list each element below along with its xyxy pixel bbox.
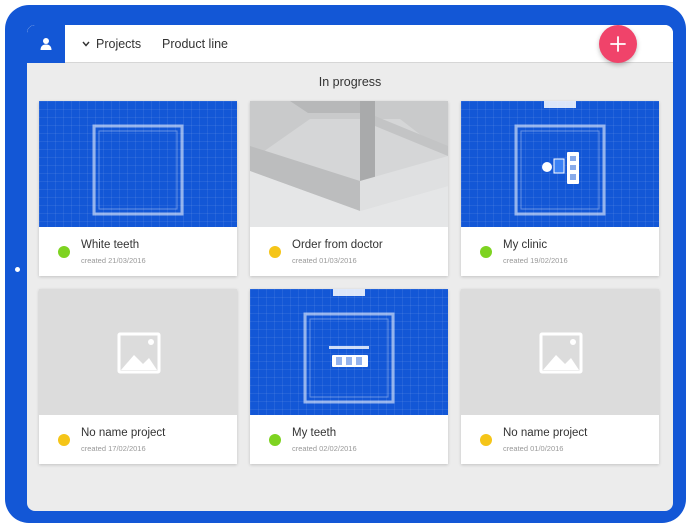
project-title: No name project — [503, 427, 588, 439]
project-card[interactable]: Order from doctor created 01/03/2016 — [250, 101, 448, 276]
project-title: Order from doctor — [292, 239, 383, 251]
project-thumbnail — [250, 289, 448, 415]
status-indicator — [58, 434, 70, 446]
product-line-link[interactable]: Product line — [162, 25, 228, 63]
project-date: created 01/0/2016 — [503, 444, 564, 453]
status-indicator — [480, 434, 492, 446]
image-placeholder-icon — [117, 332, 161, 374]
status-indicator — [269, 434, 281, 446]
product-line-label: Product line — [162, 37, 229, 51]
home-indicator — [15, 267, 20, 272]
image-placeholder-icon — [539, 332, 583, 374]
project-thumbnail — [461, 101, 659, 227]
project-thumbnail — [250, 101, 448, 227]
project-title: My clinic — [503, 239, 548, 251]
project-title: My teeth — [292, 427, 337, 439]
chevron-down-icon — [82, 41, 90, 47]
project-title: No name project — [81, 427, 166, 439]
projects-dropdown[interactable]: Projects — [82, 25, 141, 63]
plus-icon — [610, 36, 626, 52]
project-card[interactable]: My clinic created 19/02/2016 — [461, 101, 659, 276]
project-date: created 01/03/2016 — [292, 256, 357, 265]
section-title: In progress — [318, 75, 382, 89]
project-card[interactable]: No name project created 01/0/2016 — [461, 289, 659, 464]
app-screen: Projects Product line In progress White … — [27, 25, 673, 511]
user-icon — [40, 38, 52, 50]
project-date: created 21/03/2016 — [81, 256, 146, 265]
status-indicator — [480, 246, 492, 258]
project-date: created 02/02/2016 — [292, 444, 357, 453]
project-card[interactable]: White teeth created 21/03/2016 — [39, 101, 237, 276]
projects-label: Projects — [96, 37, 142, 51]
tablet-frame: Projects Product line In progress White … — [5, 5, 686, 523]
project-card[interactable]: No name project created 17/02/2016 — [39, 289, 237, 464]
status-indicator — [269, 246, 281, 258]
add-project-button[interactable] — [599, 25, 637, 63]
project-card[interactable]: My teeth created 02/02/2016 — [250, 289, 448, 464]
project-thumbnail — [461, 289, 659, 415]
top-bar: Projects Product line — [27, 25, 673, 63]
project-date: created 19/02/2016 — [503, 256, 568, 265]
project-thumbnail — [39, 101, 237, 227]
status-indicator — [58, 246, 70, 258]
project-title: White teeth — [81, 239, 140, 251]
project-thumbnail — [39, 289, 237, 415]
user-button[interactable] — [27, 25, 65, 63]
project-date: created 17/02/2016 — [81, 444, 146, 453]
